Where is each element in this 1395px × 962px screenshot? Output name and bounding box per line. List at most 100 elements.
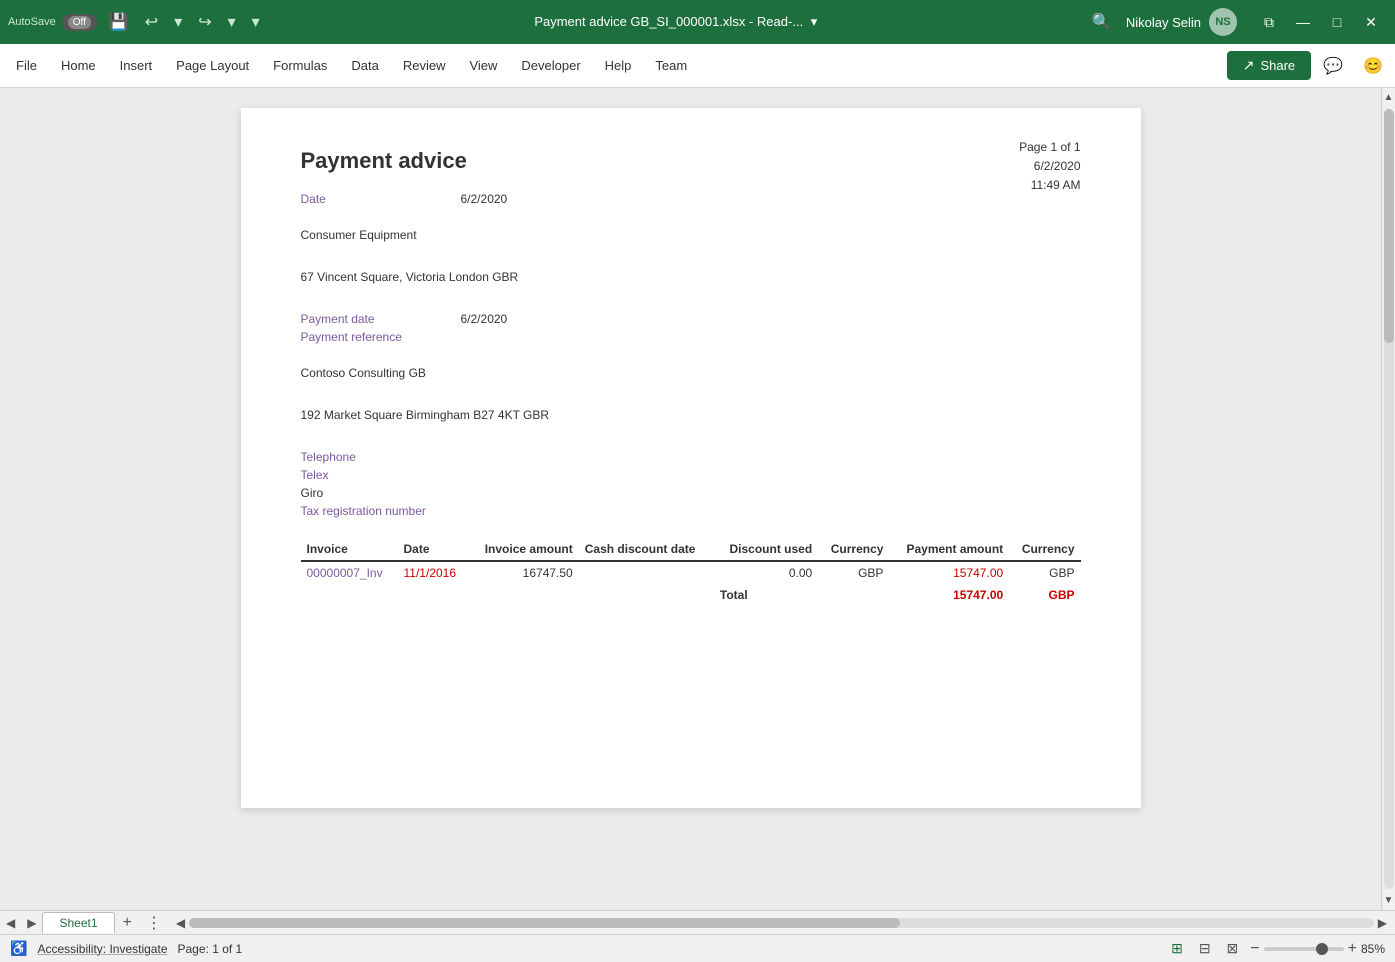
share-label: Share [1260,58,1295,73]
col-discount-used: Discount used [714,538,818,561]
company-address: 67 Vincent Square, Victoria London GBR [301,270,1081,284]
zoom-thumb[interactable] [1316,943,1328,955]
menu-help[interactable]: Help [593,52,644,79]
share-icon: ↗ [1243,57,1255,74]
share-button[interactable]: ↗ Share [1227,51,1311,80]
menu-view[interactable]: View [457,52,509,79]
cell-invoice: 00000007_Inv [301,561,398,584]
normal-view-button[interactable]: ⊞ [1167,938,1187,959]
scroll-track[interactable] [1384,109,1394,889]
undo-icon[interactable]: ↩ [139,8,164,36]
vertical-scrollbar[interactable]: ▲ ▼ [1381,88,1395,910]
horizontal-scrollbar[interactable]: ◀ ▶ [172,911,1391,934]
payment-date-row: Payment date 6/2/2020 [301,312,1081,326]
user-name: Nikolay Selin [1126,15,1201,30]
page-layout-view-button[interactable]: ⊟ [1195,938,1215,959]
cell-payment-amount: 15747.00 [889,561,1009,584]
giro-label: Giro [301,486,461,500]
document-page: Page 1 of 1 6/2/2020 11:49 AM Payment ad… [241,108,1141,808]
payment-date-value: 6/2/2020 [461,312,508,326]
toggle-off-label: Off [68,16,91,29]
hscroll-right-button[interactable]: ▶ [1374,916,1391,930]
hscroll-left-button[interactable]: ◀ [172,916,189,930]
page-wrapper[interactable]: Page 1 of 1 6/2/2020 11:49 AM Payment ad… [0,88,1381,910]
menu-page-layout[interactable]: Page Layout [164,52,261,79]
zoom-level[interactable]: 85% [1361,942,1385,956]
scroll-up-button[interactable]: ▲ [1382,90,1395,105]
menu-data[interactable]: Data [339,52,390,79]
titlebar-left: AutoSave Off [8,14,97,31]
supplier-name: Contoso Consulting GB [301,366,1081,380]
save-icon[interactable]: 💾 [103,8,135,36]
col-cash-discount-date: Cash discount date [579,538,714,561]
company-name: Consumer Equipment [301,228,1081,242]
cell-invoice-amount: 16747.50 [469,561,579,584]
table-row: 00000007_Inv 11/1/2016 16747.50 0.00 GBP… [301,561,1081,584]
date-value: 6/2/2020 [461,192,508,206]
print-date: 6/2/2020 [1019,157,1080,176]
supplier-address-section: 192 Market Square Birmingham B27 4KT GBR [301,408,1081,422]
menu-team[interactable]: Team [643,52,699,79]
scroll-thumb[interactable] [1384,109,1394,343]
col-invoice: Invoice [301,538,398,561]
page-header-info: Page 1 of 1 6/2/2020 11:49 AM [1019,138,1080,196]
redo-icon[interactable]: ↪ [192,8,217,36]
filename-dropdown[interactable]: ▾ [811,14,818,29]
tax-reg-label: Tax registration number [301,504,461,518]
customize-icon[interactable]: ▾ [246,8,266,36]
accessibility-icon: ♿ [10,940,27,957]
date-label: Date [301,192,461,206]
search-icon[interactable]: 🔍 [1086,8,1118,36]
titlebar-right: 🔍 Nikolay Selin NS ⧉ — □ ✕ [1086,8,1387,36]
minimize-button[interactable]: — [1287,8,1319,36]
menubar: File Home Insert Page Layout Formulas Da… [0,44,1395,88]
titlebar-filename: Payment advice GB_SI_000001.xlsx - Read-… [272,14,1080,30]
total-payment: 15747.00 [889,584,1009,606]
total-currency: GBP [1009,584,1080,606]
sheet-tab-sheet1[interactable]: Sheet1 [42,912,114,933]
tab-options-button[interactable]: ⋮ [140,913,168,933]
close-button[interactable]: ✕ [1355,8,1387,36]
zoom-slider[interactable] [1264,947,1344,951]
invoice-table: Invoice Date Invoice amount Cash discoun… [301,538,1081,606]
autosave-toggle[interactable]: Off [62,14,97,31]
sheet-tabs-area: ◀ ▶ Sheet1 + [0,911,140,934]
cell-date: 11/1/2016 [398,561,469,584]
menu-insert[interactable]: Insert [108,52,165,79]
cell-discount-used: 0.00 [714,561,818,584]
page-info: Page: 1 of 1 [178,942,243,956]
page-break-view-button[interactable]: ⊠ [1223,938,1243,959]
hscroll-thumb[interactable] [189,918,900,928]
col-date: Date [398,538,469,561]
emoji-icon[interactable]: 😊 [1355,50,1391,82]
undo-dropdown-icon[interactable]: ▾ [168,8,188,36]
add-sheet-button[interactable]: + [115,914,140,932]
menu-home[interactable]: Home [49,52,108,79]
comment-icon[interactable]: 💬 [1315,50,1351,82]
total-row: Total 15747.00 GBP [301,584,1081,606]
zoom-out-button[interactable]: − [1250,940,1259,958]
restore-button[interactable]: ⧉ [1253,8,1285,36]
accessibility-text[interactable]: Accessibility: Investigate [37,942,167,956]
redo-dropdown-icon[interactable]: ▾ [222,8,242,36]
hscroll-track[interactable] [189,918,1374,928]
scroll-down-button[interactable]: ▼ [1382,893,1395,908]
cell-currency1: GBP [818,561,889,584]
titlebar: AutoSave Off 💾 ↩ ▾ ↪ ▾ ▾ Payment advice … [0,0,1395,44]
total-label: Total [714,584,818,606]
col-currency1: Currency [818,538,889,561]
maximize-button[interactable]: □ [1321,8,1353,36]
tab-prev-button[interactable]: ◀ [0,916,21,930]
payment-date-label: Payment date [301,312,461,326]
zoom-in-button[interactable]: + [1348,940,1357,958]
menu-file[interactable]: File [4,52,49,79]
avatar[interactable]: NS [1209,8,1237,36]
telex-row: Telex [301,468,1081,482]
tab-next-button[interactable]: ▶ [21,916,42,930]
menu-developer[interactable]: Developer [509,52,592,79]
telephone-row: Telephone [301,450,1081,464]
menu-formulas[interactable]: Formulas [261,52,339,79]
company-section: Consumer Equipment [301,228,1081,242]
menu-review[interactable]: Review [391,52,458,79]
print-time: 11:49 AM [1019,176,1080,195]
